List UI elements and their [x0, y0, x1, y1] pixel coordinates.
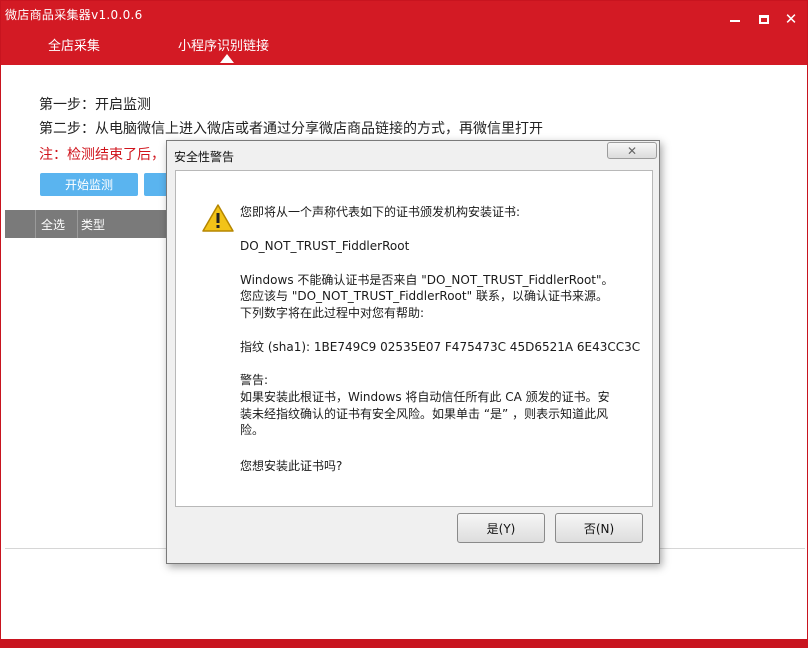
title-bar: 微店商品采集器v1.0.0.6 ✕ 全店采集 小程序识别链接 — [1, 1, 807, 65]
close-button[interactable]: ✕ — [781, 9, 801, 29]
dialog-message-line: 险。 — [240, 423, 265, 437]
warning-icon — [202, 204, 234, 232]
close-icon: ✕ — [626, 143, 638, 158]
step-two-text: 第二步：从电脑微信上进入微店或者通过分享微店商品链接的方式，再微信里打开 — [39, 121, 543, 137]
no-button[interactable]: 否(N) — [555, 513, 643, 543]
column-divider — [77, 210, 78, 238]
dialog-message-line: 您应该与 "DO_NOT_TRUST_FiddlerRoot" 联系，以确认证书… — [240, 289, 608, 303]
minimize-button[interactable] — [725, 9, 745, 29]
dialog-close-button[interactable]: ✕ — [607, 142, 657, 159]
fingerprint-line: 指纹 (sha1): 1BE749C9 02535E07 F475473C 45… — [240, 340, 641, 354]
dialog-message-line: DO_NOT_TRUST_FiddlerRoot — [240, 239, 410, 253]
dialog-question: 您想安装此证书吗? — [240, 459, 343, 473]
close-icon: ✕ — [784, 9, 798, 28]
active-tab-indicator — [220, 54, 234, 63]
select-all-header[interactable]: 全选 — [41, 216, 65, 233]
dialog-message-panel: 您即将从一个声称代表如下的证书颁发机构安装证书: DO_NOT_TRUST_Fi… — [175, 170, 653, 507]
note-text: 注：检测结束了后， — [39, 147, 165, 163]
step-one-text: 第一步：开启监测 — [39, 97, 151, 113]
tab-miniprogram-link[interactable]: 小程序识别链接 — [178, 35, 269, 54]
dialog-message-line: Windows 不能确认证书是否来自 "DO_NOT_TRUST_Fiddler… — [240, 273, 614, 287]
dialog-message-line: 如果安装此根证书，Windows 将自动信任所有此 CA 颁发的证书。安 — [240, 390, 610, 404]
table-header: 全选 类型 — [5, 210, 175, 238]
start-monitor-button[interactable]: 开始监测 — [40, 173, 138, 196]
yes-button[interactable]: 是(Y) — [457, 513, 545, 543]
tab-full-store[interactable]: 全店采集 — [48, 35, 100, 54]
maximize-icon — [759, 14, 769, 24]
dialog-message-line: 警告: — [240, 373, 269, 387]
security-warning-dialog: 安全性警告 ✕ 您即将从一个声称代表如下的证书颁发机构安装证书: DO_NOT_… — [166, 140, 660, 564]
dialog-message-line: 下列数字将在此过程中对您有帮助: — [240, 306, 425, 320]
dialog-title: 安全性警告 — [174, 150, 235, 164]
bottom-border — [1, 639, 807, 647]
minimize-icon — [730, 20, 740, 22]
column-divider — [35, 210, 36, 238]
window-title: 微店商品采集器v1.0.0.6 — [5, 8, 143, 22]
maximize-button[interactable] — [754, 9, 774, 29]
dialog-message-line: 装未经指纹确认的证书有安全风险。如果单击 “是” ，则表示知道此风 — [240, 407, 609, 421]
dialog-message-line: 您即将从一个声称代表如下的证书颁发机构安装证书: — [240, 205, 521, 219]
type-column-header: 类型 — [81, 218, 106, 232]
